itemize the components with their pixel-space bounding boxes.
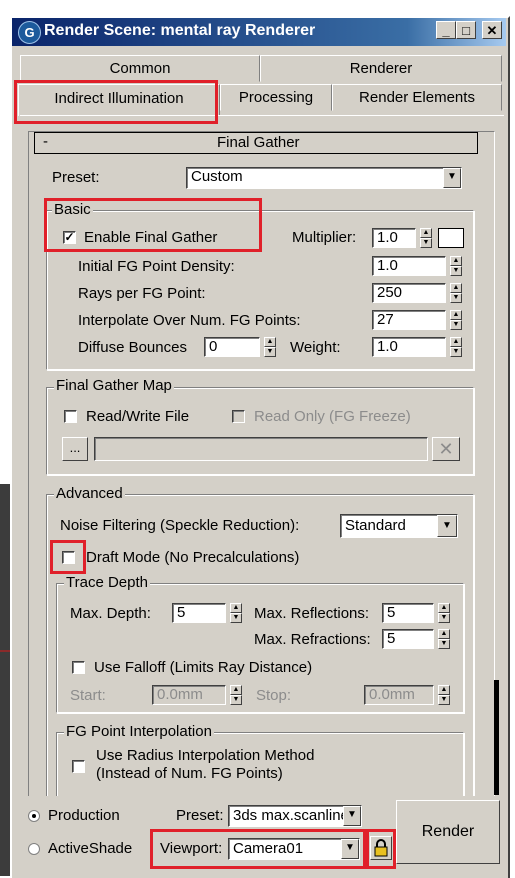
max-refractions-label: Max. Refractions: bbox=[254, 631, 371, 648]
draft-mode-checkbox[interactable] bbox=[62, 551, 75, 564]
max-reflections-spinner[interactable]: ▲ ▼ bbox=[438, 603, 450, 623]
interpolate-field[interactable]: 27 bbox=[372, 310, 446, 330]
browse-button[interactable]: ... bbox=[62, 437, 88, 461]
fg-map-path-field[interactable] bbox=[94, 437, 428, 461]
tab-render-elements[interactable]: Render Elements bbox=[332, 84, 502, 111]
rays-per-fg-label: Rays per FG Point: bbox=[78, 285, 206, 302]
diffuse-bounces-spinner[interactable]: ▲ ▼ bbox=[264, 337, 276, 357]
max-reflections-field[interactable]: 5 bbox=[382, 603, 434, 623]
fg-map-group bbox=[46, 387, 474, 475]
radius-interp-label-line1: Use Radius Interpolation Method bbox=[96, 747, 315, 764]
clear-map-icon[interactable]: ✕ bbox=[432, 437, 460, 461]
chevron-down-icon[interactable]: ▼ bbox=[343, 806, 361, 826]
tab-common[interactable]: Common bbox=[20, 55, 260, 82]
render-button[interactable]: Render bbox=[396, 800, 500, 864]
fg-density-field[interactable]: 1.0 bbox=[372, 256, 446, 276]
rollout-title: Final Gather bbox=[217, 134, 300, 151]
activeshade-radio[interactable] bbox=[28, 843, 40, 855]
diffuse-bounces-field[interactable]: 0 bbox=[204, 337, 260, 357]
interpolate-label: Interpolate Over Num. FG Points: bbox=[78, 312, 301, 329]
multiplier-spinner[interactable]: ▲ ▼ bbox=[420, 228, 432, 248]
draft-mode-label: Draft Mode (No Precalculations) bbox=[86, 549, 300, 566]
collapse-icon: - bbox=[43, 133, 48, 150]
radius-interp-checkbox[interactable] bbox=[72, 760, 85, 773]
read-only-checkbox[interactable] bbox=[232, 410, 245, 423]
tab-divider bbox=[20, 115, 504, 116]
tab-renderer[interactable]: Renderer bbox=[260, 55, 502, 82]
rays-per-fg-spinner[interactable]: ▲ ▼ bbox=[450, 283, 462, 303]
multiplier-label: Multiplier: bbox=[292, 229, 357, 246]
activeshade-label: ActiveShade bbox=[48, 840, 133, 857]
read-only-label: Read Only (FG Freeze) bbox=[254, 408, 411, 425]
noise-filtering-value: Standard bbox=[345, 517, 406, 534]
bottom-preset-value: 3ds max.scanline bbox=[233, 807, 349, 824]
chevron-down-icon[interactable]: ▼ bbox=[443, 168, 461, 188]
stop-label: Stop: bbox=[256, 687, 292, 704]
panel-scrollbar[interactable] bbox=[494, 680, 499, 795]
production-label: Production bbox=[48, 807, 120, 824]
fg-map-group-label: Final Gather Map bbox=[54, 377, 174, 394]
enable-final-gather-label: Enable Final Gather bbox=[84, 229, 218, 246]
max-refractions-field[interactable]: 5 bbox=[382, 629, 434, 649]
lock-icon[interactable] bbox=[370, 836, 392, 860]
advanced-group-label: Advanced bbox=[54, 485, 125, 502]
basic-group-label: Basic bbox=[52, 201, 93, 218]
use-falloff-label: Use Falloff (Limits Ray Distance) bbox=[94, 659, 313, 676]
max-reflections-label: Max. Reflections: bbox=[254, 605, 370, 622]
noise-filtering-label: Noise Filtering (Speckle Reduction): bbox=[60, 517, 300, 534]
trace-depth-group-label: Trace Depth bbox=[64, 574, 150, 591]
bottom-preset-dropdown[interactable]: 3ds max.scanline ▼ bbox=[228, 805, 362, 827]
stop-field[interactable]: 0.0mm bbox=[364, 685, 434, 705]
weight-field[interactable]: 1.0 bbox=[372, 337, 446, 357]
minimize-button[interactable]: _ bbox=[436, 21, 456, 39]
close-button[interactable]: ✕ bbox=[482, 21, 502, 39]
max-refractions-spinner[interactable]: ▲ ▼ bbox=[438, 629, 450, 649]
stop-spinner[interactable]: ▲ ▼ bbox=[438, 685, 450, 705]
tab-indirect-illumination[interactable]: Indirect Illumination bbox=[18, 84, 220, 116]
max-depth-label: Max. Depth: bbox=[70, 605, 151, 622]
preset-value: Custom bbox=[191, 168, 243, 185]
start-label: Start: bbox=[70, 687, 106, 704]
viewport-value: Camera01 bbox=[233, 840, 304, 857]
viewport-dropdown[interactable]: Camera01 ▼ bbox=[228, 838, 360, 860]
start-field[interactable]: 0.0mm bbox=[152, 685, 226, 705]
rays-per-fg-field[interactable]: 250 bbox=[372, 283, 446, 303]
window-title: Render Scene: mental ray Renderer bbox=[44, 22, 316, 39]
chevron-down-icon[interactable]: ▼ bbox=[437, 515, 457, 537]
read-write-file-label: Read/Write File bbox=[86, 408, 190, 425]
final-gather-rollout-header[interactable]: - Final Gather bbox=[34, 132, 478, 154]
tab-processing[interactable]: Processing bbox=[220, 84, 332, 111]
maximize-button[interactable]: □ bbox=[456, 21, 476, 39]
production-radio[interactable] bbox=[28, 810, 40, 822]
enable-final-gather-checkbox[interactable]: ✓ bbox=[63, 231, 76, 244]
multiplier-field[interactable]: 1.0 bbox=[372, 228, 416, 248]
interpolate-spinner[interactable]: ▲ ▼ bbox=[450, 310, 462, 330]
noise-filtering-dropdown[interactable]: Standard ▼ bbox=[340, 514, 458, 538]
3dsmax-app-icon: G bbox=[18, 21, 41, 44]
preset-label: Preset: bbox=[52, 169, 100, 186]
background-line bbox=[0, 650, 10, 652]
max-depth-spinner[interactable]: ▲ ▼ bbox=[230, 603, 242, 623]
fg-density-spinner[interactable]: ▲ ▼ bbox=[450, 256, 462, 276]
start-spinner[interactable]: ▲ ▼ bbox=[230, 685, 242, 705]
bottom-preset-label: Preset: bbox=[176, 807, 224, 824]
weight-spinner[interactable]: ▲ ▼ bbox=[450, 337, 462, 357]
read-write-file-checkbox[interactable] bbox=[64, 410, 77, 423]
weight-label: Weight: bbox=[290, 339, 341, 356]
chevron-down-icon[interactable]: ▼ bbox=[341, 839, 359, 859]
multiplier-color-swatch[interactable] bbox=[438, 228, 464, 248]
fg-density-label: Initial FG Point Density: bbox=[78, 258, 235, 275]
diffuse-bounces-label: Diffuse Bounces bbox=[78, 339, 187, 356]
use-falloff-checkbox[interactable] bbox=[72, 661, 85, 674]
preset-dropdown[interactable]: Custom ▼ bbox=[186, 167, 462, 189]
fg-interp-group-label: FG Point Interpolation bbox=[64, 723, 214, 740]
viewport-label: Viewport: bbox=[160, 840, 223, 857]
background-strip bbox=[0, 484, 10, 876]
max-depth-field[interactable]: 5 bbox=[172, 603, 226, 623]
radius-interp-label-line2: (Instead of Num. FG Points) bbox=[96, 765, 283, 782]
